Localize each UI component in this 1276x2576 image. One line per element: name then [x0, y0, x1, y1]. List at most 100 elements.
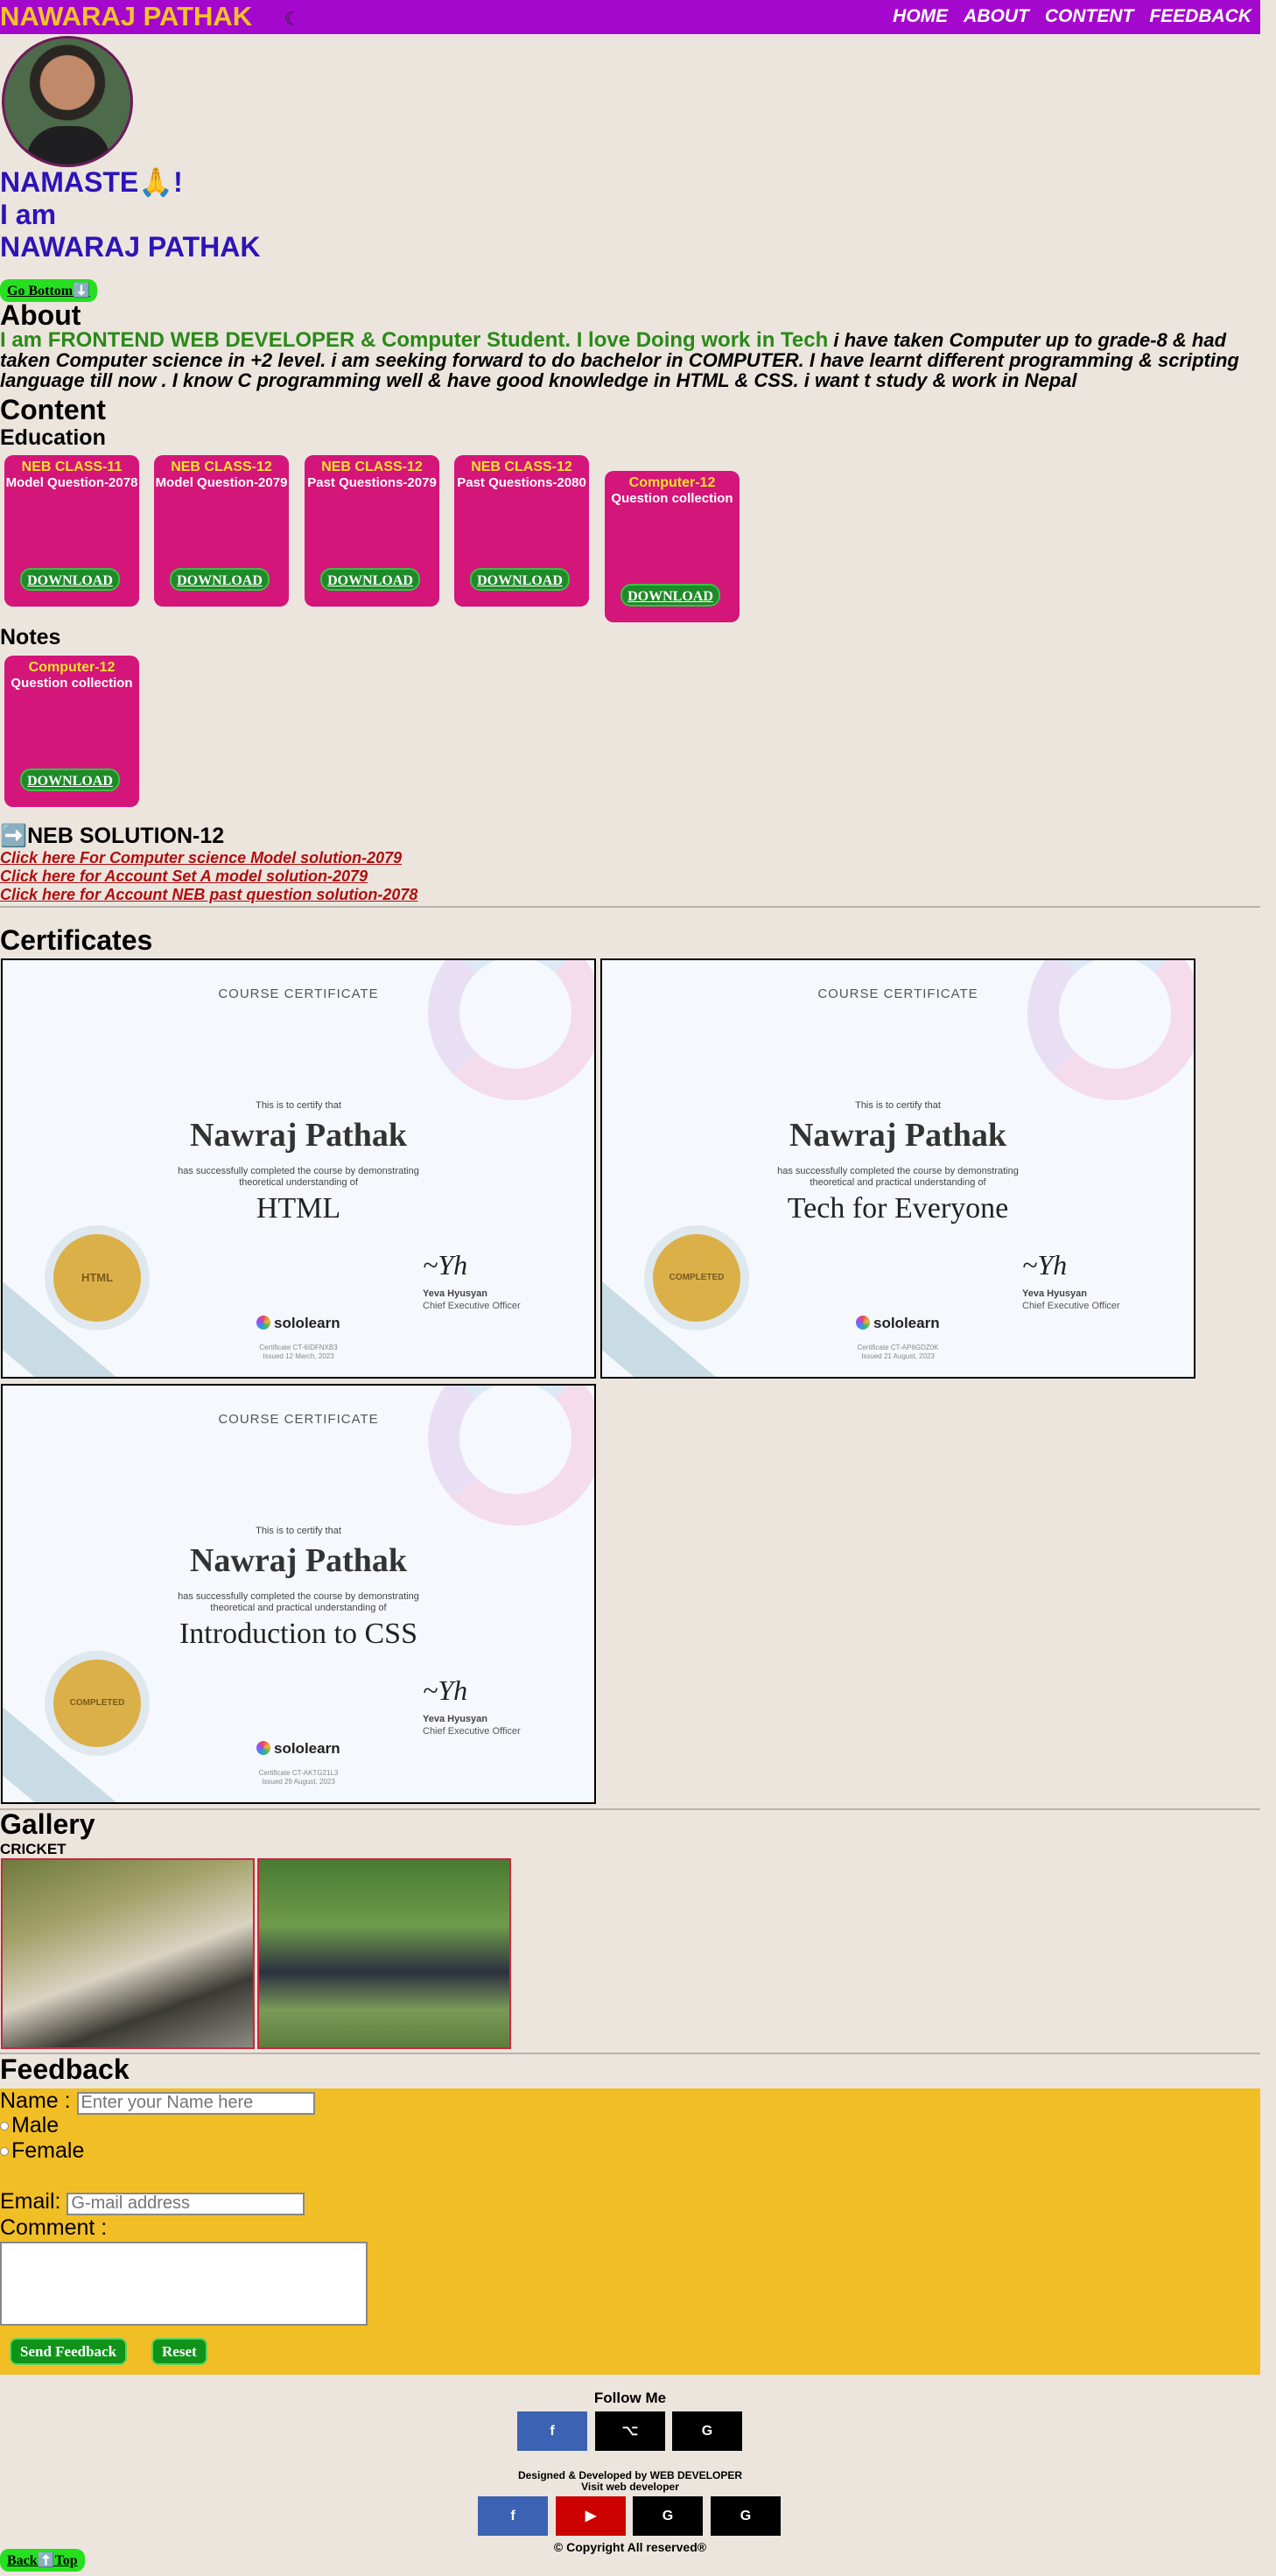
download-button[interactable]: DOWNLOAD: [20, 568, 120, 591]
download-card: NEB CLASS-11 Model Question-2078 DOWNLOA…: [4, 455, 139, 607]
cert-desc: has successfully completed the course by…: [178, 1591, 419, 1613]
notes-card: Computer-12 Question collection DOWNLOAD: [4, 656, 139, 807]
cert-name: Nawraj Pathak: [189, 1117, 408, 1154]
brand-title[interactable]: NAWARAJ PATHAK: [0, 1, 252, 32]
comment-label: Comment :: [0, 2215, 108, 2240]
cert-name: Nawraj Pathak: [189, 1542, 408, 1579]
card-title: Computer-12: [628, 475, 716, 490]
neb-link[interactable]: Click here for Account NEB past question…: [0, 886, 417, 904]
card-subtitle: Model Question-2078: [5, 475, 138, 490]
facebook-icon[interactable]: f: [478, 2496, 548, 2536]
nav-link-content[interactable]: CONTENT: [1045, 6, 1134, 26]
navbar: NAWARAJ PATHAK ☾ HOME ABOUT CONTENT FEEDBAC…: [0, 0, 1260, 34]
download-card: NEB CLASS-12 Model Question-2079 DOWNLOA…: [154, 455, 289, 607]
send-feedback-button[interactable]: Send Feedback: [10, 2338, 128, 2365]
nav-link-about[interactable]: ABOUT: [964, 6, 1029, 26]
card-subtitle: Question collection: [11, 676, 133, 691]
certificates-heading: Certificates: [0, 924, 153, 956]
cert-header: COURSE CERTIFICATE: [218, 1412, 379, 1427]
greeting-text: NAMASTE🙏!: [0, 166, 183, 198]
designed-by: Designed & Developed by WEB DEVELOPER: [517, 2469, 743, 2481]
cert-role: Chief Executive Officer: [423, 1726, 521, 1737]
about-highlight: I am FRONTEND WEB DEVELOPER & Computer S…: [0, 328, 829, 352]
about-text: I am FRONTEND WEB DEVELOPER & Computer S…: [0, 328, 1251, 391]
download-button[interactable]: DOWNLOAD: [620, 584, 720, 607]
cert-header: COURSE CERTIFICATE: [817, 986, 978, 1001]
card-title: NEB CLASS-11: [21, 460, 123, 474]
visit-text: Visit web developer: [581, 2481, 679, 2493]
download-button[interactable]: DOWNLOAD: [470, 568, 570, 591]
education-heading: Education: [0, 425, 106, 450]
download-card: NEB CLASS-12 Past Questions-2080 DOWNLOA…: [454, 455, 589, 607]
neb-solution-heading: ➡️NEB SOLUTION-12: [0, 824, 225, 848]
certificate-tech[interactable]: COURSE CERTIFICATE This is to certify th…: [600, 958, 1195, 1379]
cert-desc: has successfully completed the course by…: [777, 1166, 1019, 1188]
youtube-icon[interactable]: ▶: [556, 2496, 626, 2536]
cert-signer: Yeva Hyusyan: [423, 1288, 487, 1299]
gallery-heading: Gallery: [0, 1808, 95, 1840]
signature: ~Yh: [423, 1249, 468, 1281]
cert-id: Certificate CT-AKTG21L3 Issued 29 August,…: [258, 1769, 339, 1786]
comment-textarea[interactable]: [0, 2242, 368, 2326]
gallery-caption: CRICKET: [0, 1841, 67, 1857]
gallery-photo[interactable]: [1, 1858, 255, 2049]
google-icon[interactable]: G: [672, 2411, 742, 2451]
email-input[interactable]: [67, 2192, 305, 2215]
card-subtitle: Past Questions-2080: [457, 475, 586, 490]
follow-heading: Follow Me: [593, 2390, 667, 2406]
back-to-top-button[interactable]: Back⬆️Top: [0, 2549, 85, 2572]
download-card: Computer-12 Question collection DOWNLOAD: [605, 471, 740, 622]
neb-link[interactable]: Click here For Computer science Model so…: [0, 849, 402, 867]
sololearn-logo: sololearn: [856, 1315, 940, 1332]
cert-course: Tech for Everyone: [787, 1192, 1009, 1225]
divider: [0, 906, 1260, 908]
gender-male[interactable]: Male: [0, 2113, 59, 2138]
neb-link[interactable]: Click here for Account Set A model solut…: [0, 867, 368, 886]
cert-seal: COMPLETED: [45, 1651, 150, 1756]
signature: ~Yh: [1022, 1249, 1068, 1281]
card-title: NEB CLASS-12: [321, 460, 423, 474]
github-icon[interactable]: ⌥: [595, 2411, 665, 2451]
signature: ~Yh: [423, 1674, 468, 1706]
nav-links: HOME ABOUT CONTENT FEEDBACK: [877, 6, 1251, 27]
nav-link-feedback[interactable]: FEEDBACK: [1149, 6, 1251, 26]
cert-course: HTML: [256, 1192, 341, 1225]
name-label: Name :: [0, 2088, 71, 2113]
cert-certify: This is to certify that: [256, 1100, 341, 1111]
download-button[interactable]: DOWNLOAD: [170, 568, 270, 591]
certificate-html[interactable]: COURSE CERTIFICATE This is to certify th…: [1, 958, 596, 1379]
feedback-form: Name : Male Female Email: Comment : Send…: [0, 2088, 1260, 2375]
reset-button[interactable]: Reset: [151, 2338, 207, 2365]
card-subtitle: Question collection: [611, 491, 733, 506]
moon-icon[interactable]: ☾: [284, 8, 300, 30]
cert-header: COURSE CERTIFICATE: [218, 986, 379, 1001]
download-button[interactable]: DOWNLOAD: [20, 769, 120, 791]
content-heading: Content: [0, 394, 106, 425]
card-title: NEB CLASS-12: [171, 460, 272, 474]
profile-avatar: [2, 36, 133, 167]
cert-seal: HTML: [45, 1225, 150, 1330]
google-icon[interactable]: G: [633, 2496, 703, 2536]
download-card: NEB CLASS-12 Past Questions-2079 DOWNLOA…: [305, 455, 439, 607]
nav-link-home[interactable]: HOME: [893, 6, 948, 26]
gender-female[interactable]: Female: [0, 2138, 84, 2164]
name-input[interactable]: [76, 2091, 315, 2115]
cert-role: Chief Executive Officer: [1022, 1301, 1120, 1311]
copyright: © Copyright All reserved®: [553, 2540, 707, 2554]
card-subtitle: Past Questions-2079: [307, 475, 437, 490]
notes-heading: Notes: [0, 625, 61, 649]
radio-male[interactable]: [0, 2122, 9, 2131]
divider: [0, 2053, 1260, 2054]
radio-female[interactable]: [0, 2147, 9, 2157]
divider: [0, 1808, 1260, 1810]
about-heading: About: [0, 299, 81, 331]
hero-greeting: NAMASTE🙏! I am NAWARAJ PATHAK: [0, 166, 260, 263]
sololearn-logo: sololearn: [256, 1315, 340, 1332]
facebook-icon[interactable]: f: [517, 2411, 587, 2451]
cert-name: Nawraj Pathak: [789, 1117, 1007, 1154]
google-icon[interactable]: G: [711, 2496, 781, 2536]
download-button[interactable]: DOWNLOAD: [320, 568, 420, 591]
certificate-css[interactable]: COURSE CERTIFICATE This is to certify th…: [1, 1384, 596, 1804]
feedback-heading: Feedback: [0, 2053, 130, 2085]
gallery-photo[interactable]: [257, 1858, 511, 2049]
